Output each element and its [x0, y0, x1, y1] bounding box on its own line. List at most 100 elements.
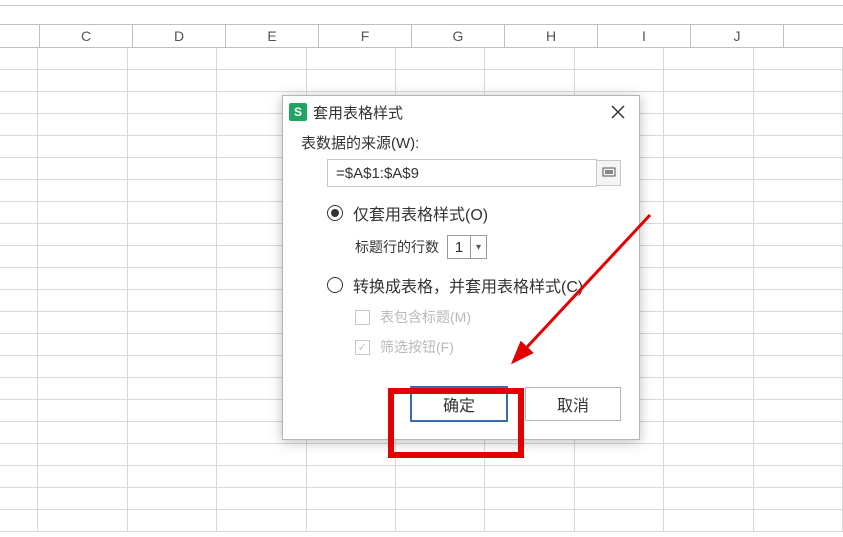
- grid-cell[interactable]: [307, 444, 396, 465]
- grid-cell[interactable]: [128, 180, 217, 201]
- col-header[interactable]: E: [226, 25, 319, 47]
- grid-cell[interactable]: [754, 290, 843, 311]
- grid-cell[interactable]: [307, 488, 396, 509]
- grid-cell[interactable]: [664, 70, 753, 91]
- grid-cell[interactable]: [217, 444, 306, 465]
- grid-cell[interactable]: [307, 70, 396, 91]
- grid-cell[interactable]: [128, 70, 217, 91]
- close-button[interactable]: [601, 100, 635, 124]
- grid-cell[interactable]: [217, 70, 306, 91]
- grid-cell[interactable]: [754, 466, 843, 487]
- grid-cell[interactable]: [307, 48, 396, 69]
- grid-cell[interactable]: [485, 444, 574, 465]
- grid-cell[interactable]: [38, 246, 127, 267]
- grid-cell[interactable]: [575, 488, 664, 509]
- grid-cell[interactable]: [38, 378, 127, 399]
- grid-cell[interactable]: [485, 70, 574, 91]
- col-header[interactable]: C: [40, 25, 133, 47]
- grid-cell[interactable]: [754, 378, 843, 399]
- grid-cell[interactable]: [754, 48, 843, 69]
- grid-cell[interactable]: [754, 334, 843, 355]
- grid-cell[interactable]: [38, 202, 127, 223]
- source-range-input[interactable]: [327, 159, 597, 187]
- grid-cell[interactable]: [664, 356, 753, 377]
- grid-cell[interactable]: [754, 180, 843, 201]
- grid-cell[interactable]: [664, 422, 753, 443]
- grid-cell[interactable]: [128, 268, 217, 289]
- grid-cell[interactable]: [128, 488, 217, 509]
- grid-cell[interactable]: [128, 114, 217, 135]
- grid-cell[interactable]: [128, 510, 217, 531]
- col-header[interactable]: H: [505, 25, 598, 47]
- grid-cell[interactable]: [396, 444, 485, 465]
- grid-cell[interactable]: [128, 48, 217, 69]
- grid-cell[interactable]: [664, 136, 753, 157]
- grid-cell[interactable]: [128, 158, 217, 179]
- grid-cell[interactable]: [754, 158, 843, 179]
- grid-cell[interactable]: [754, 400, 843, 421]
- grid-cell[interactable]: [128, 290, 217, 311]
- grid-cell[interactable]: [38, 158, 127, 179]
- grid-cell[interactable]: [38, 334, 127, 355]
- grid-cell[interactable]: [38, 290, 127, 311]
- grid-cell[interactable]: [754, 268, 843, 289]
- grid-cell[interactable]: [754, 356, 843, 377]
- grid-cell[interactable]: [128, 444, 217, 465]
- col-header[interactable]: I: [598, 25, 691, 47]
- grid-cell[interactable]: [128, 312, 217, 333]
- grid-cell[interactable]: [128, 202, 217, 223]
- grid-cell[interactable]: [307, 466, 396, 487]
- grid-cell[interactable]: [217, 466, 306, 487]
- grid-cell[interactable]: [575, 444, 664, 465]
- title-rows-spinner[interactable]: 1 ▾: [447, 235, 487, 259]
- grid-cell[interactable]: [664, 246, 753, 267]
- grid-cell[interactable]: [396, 466, 485, 487]
- radio-convert-table[interactable]: [327, 277, 343, 293]
- grid-cell[interactable]: [485, 466, 574, 487]
- grid-cell[interactable]: [754, 510, 843, 531]
- ok-button[interactable]: 确定: [411, 387, 507, 421]
- grid-cell[interactable]: [38, 488, 127, 509]
- radio-only-style[interactable]: [327, 205, 343, 221]
- grid-cell[interactable]: [38, 400, 127, 421]
- grid-cell[interactable]: [128, 466, 217, 487]
- grid-cell[interactable]: [38, 422, 127, 443]
- grid-cell[interactable]: [485, 510, 574, 531]
- col-header[interactable]: F: [319, 25, 412, 47]
- grid-cell[interactable]: [754, 224, 843, 245]
- grid-cell[interactable]: [38, 114, 127, 135]
- grid-cell[interactable]: [754, 422, 843, 443]
- grid-cell[interactable]: [217, 510, 306, 531]
- grid-cell[interactable]: [664, 114, 753, 135]
- grid-cell[interactable]: [38, 444, 127, 465]
- grid-cell[interactable]: [485, 48, 574, 69]
- grid-cell[interactable]: [575, 466, 664, 487]
- grid-cell[interactable]: [754, 246, 843, 267]
- grid-cell[interactable]: [128, 136, 217, 157]
- grid-cell[interactable]: [38, 180, 127, 201]
- grid-cell[interactable]: [664, 466, 753, 487]
- grid-cell[interactable]: [128, 224, 217, 245]
- grid-cell[interactable]: [38, 356, 127, 377]
- grid-cell[interactable]: [664, 224, 753, 245]
- grid-cell[interactable]: [128, 246, 217, 267]
- grid-cell[interactable]: [664, 334, 753, 355]
- grid-cell[interactable]: [664, 202, 753, 223]
- grid-cell[interactable]: [128, 400, 217, 421]
- grid-cell[interactable]: [664, 400, 753, 421]
- grid-cell[interactable]: [38, 224, 127, 245]
- grid-cell[interactable]: [664, 378, 753, 399]
- grid-cell[interactable]: [38, 70, 127, 91]
- grid-cell[interactable]: [664, 290, 753, 311]
- spinner-dropdown-icon[interactable]: ▾: [470, 236, 486, 258]
- grid-cell[interactable]: [38, 136, 127, 157]
- grid-cell[interactable]: [38, 312, 127, 333]
- grid-cell[interactable]: [664, 444, 753, 465]
- grid-cell[interactable]: [38, 268, 127, 289]
- grid-cell[interactable]: [754, 70, 843, 91]
- grid-cell[interactable]: [217, 488, 306, 509]
- grid-cell[interactable]: [128, 334, 217, 355]
- collapse-dialog-button[interactable]: [597, 160, 621, 186]
- grid-cell[interactable]: [396, 510, 485, 531]
- grid-cell[interactable]: [754, 444, 843, 465]
